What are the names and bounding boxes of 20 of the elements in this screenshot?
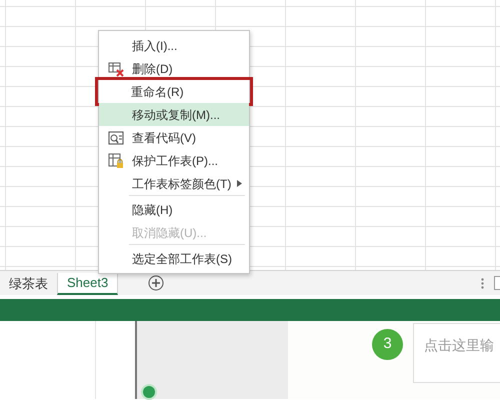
add-sheet-icon[interactable]	[148, 275, 164, 291]
submenu-arrow-icon	[237, 180, 242, 187]
menu-item[interactable]: 插入(I)...	[99, 34, 249, 57]
menu-item[interactable]: 选定全部工作表(S)	[99, 244, 249, 270]
sheet-tab[interactable]: 绿茶表	[0, 273, 57, 295]
sheet-tab[interactable]: Sheet3	[57, 273, 118, 295]
menu-item[interactable]: 查看代码(V)	[99, 126, 249, 149]
scrollbar-edge[interactable]	[494, 276, 500, 290]
menu-item[interactable]: 删除(D)	[99, 57, 249, 80]
step-badge: 3	[372, 329, 403, 360]
input-field[interactable]: 点击这里输	[413, 323, 500, 383]
menu-item[interactable]: 工作表标签颜色(T)	[99, 172, 249, 195]
menu-item[interactable]: 保护工作表(P)...	[99, 149, 249, 172]
menu-item[interactable]: 隐藏(H)	[99, 195, 249, 221]
locked-sheet-icon	[108, 152, 124, 168]
code-window-icon	[108, 130, 124, 146]
splitter-handle-icon[interactable]	[481, 278, 484, 288]
menu-item[interactable]: 重命名(R)	[98, 80, 250, 103]
delete-sheet-icon	[108, 60, 124, 76]
menu-item[interactable]: 移动或复制(M)...	[99, 103, 249, 126]
